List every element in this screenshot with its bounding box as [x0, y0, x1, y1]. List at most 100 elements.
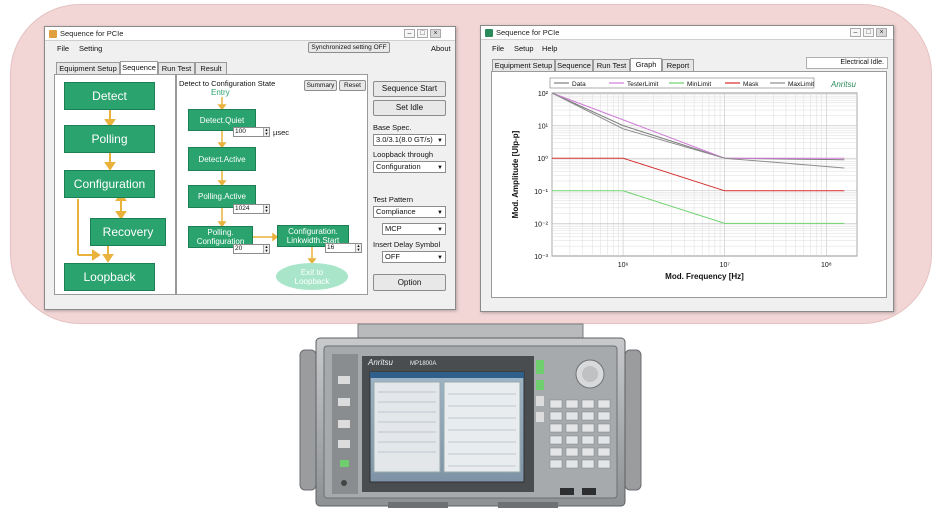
menubar: File Setting Synchronized setting OFF Ab…: [45, 42, 455, 54]
flow-loopback[interactable]: Loopback: [64, 263, 155, 291]
base-spec-value: 3.0/3.1(8.0 GT/s): [376, 135, 433, 144]
mcp-value: MCP: [385, 224, 402, 233]
legend-label-mask: Mask: [743, 81, 759, 88]
menubar: File Setup Help: [481, 43, 893, 54]
set-idle-button[interactable]: Set Idle: [373, 100, 446, 116]
tab-result[interactable]: Result: [195, 62, 227, 74]
option-button[interactable]: Option: [373, 274, 446, 291]
y-tick-label: 10¹: [538, 124, 549, 131]
detect-quiet-value: 100: [235, 128, 246, 135]
menu-setting[interactable]: Setting: [79, 44, 102, 53]
tab-run-test[interactable]: Run Test: [158, 62, 195, 74]
legend-label-data: Data: [572, 81, 586, 88]
exit-label: Exit to Loopback: [294, 267, 330, 286]
flow-detect[interactable]: Detect: [64, 82, 155, 110]
legend-label-maxlimit: MaxLimit: [788, 81, 814, 88]
y-tick-label: 10⁻³: [534, 254, 548, 261]
jitter-tolerance-chart: 10⁻³ 10⁻² 10⁻¹ 10⁰ 10¹ 10² 10⁶ 10⁷ 10⁸ Mod. Frequ…: [511, 77, 858, 281]
sequence-window: Sequence for PCIe – □ × File Setting Syn…: [44, 26, 456, 310]
dropdown-arrow-icon: ▼: [437, 165, 443, 171]
test-pattern-label: Test Pattern: [373, 195, 414, 204]
window-titlebar: Sequence for PCIe – □ ×: [45, 27, 455, 41]
polling-active-input[interactable]: 1024 ▲ ▼: [233, 204, 270, 214]
tab-equipment-setup[interactable]: Equipment Setup: [56, 62, 120, 74]
spin-arrows-icon[interactable]: ▲ ▼: [263, 128, 269, 136]
y-tick-label: 10⁻²: [534, 221, 548, 228]
loopback-select[interactable]: Configuration ▼: [373, 161, 446, 173]
base-spec-label: Base Spec.: [373, 123, 412, 132]
menu-help[interactable]: Help: [542, 44, 557, 53]
tab-equipment-setup[interactable]: Equipment Setup: [492, 59, 555, 71]
insert-delay-value: OFF: [385, 252, 400, 261]
mcp-select[interactable]: MCP ▼: [382, 223, 446, 235]
dropdown-arrow-icon: ▼: [437, 227, 443, 233]
polling-config-input[interactable]: 20 ▲ ▼: [233, 244, 270, 254]
status-text: Electrical Idle.: [840, 59, 884, 66]
spin-arrows-icon[interactable]: ▲ ▼: [263, 245, 269, 253]
flow-polling[interactable]: Polling: [64, 125, 155, 153]
menu-file[interactable]: File: [57, 44, 69, 53]
detect-quiet-input[interactable]: 100 ▲ ▼: [233, 127, 270, 137]
brand-logo: Anritsu: [830, 80, 856, 89]
instrument-model: MP1800A: [410, 361, 436, 367]
instrument-illustration: Anritsu MP1800A: [299, 323, 642, 508]
loopback-label: Loopback through: [373, 150, 434, 159]
status-box: Electrical Idle.: [806, 57, 888, 69]
control-panel: Sequence Start Set Idle Base Spec. 3.0/3…: [368, 74, 452, 295]
tab-sequence[interactable]: Sequence: [120, 61, 158, 74]
graph-window: Sequence for PCIe – □ × File Setup Help …: [480, 25, 894, 312]
sequence-start-button[interactable]: Sequence Start: [373, 81, 446, 97]
x-axis-label: Mod. Frequency [Hz]: [665, 272, 744, 281]
tab-run-test[interactable]: Run Test: [593, 59, 630, 71]
maximize-icon[interactable]: □: [863, 28, 874, 37]
graph-panel: 10⁻³ 10⁻² 10⁻¹ 10⁰ 10¹ 10² 10⁶ 10⁷ 10⁸ Mod. Frequ…: [491, 71, 887, 298]
config-linkwidth-value: 16: [327, 244, 335, 251]
y-tick-label: 10⁻¹: [534, 189, 548, 196]
tab-graph[interactable]: Graph: [630, 58, 662, 71]
flow-recovery[interactable]: Recovery: [90, 218, 166, 246]
dropdown-arrow-icon: ▼: [437, 138, 443, 144]
instrument-brand: Anritsu: [367, 358, 393, 367]
spin-arrows-icon[interactable]: ▲ ▼: [263, 205, 269, 213]
polling-active-value: 1024: [235, 205, 250, 212]
app-icon: [485, 29, 493, 37]
minimize-icon[interactable]: –: [850, 28, 861, 37]
state-detect-active[interactable]: Detect.Active: [188, 147, 256, 171]
close-icon[interactable]: ×: [430, 29, 441, 38]
test-pattern-value: Compliance: [376, 207, 416, 216]
x-tick-label: 10⁸: [821, 262, 832, 269]
base-spec-select[interactable]: 3.0/3.1(8.0 GT/s) ▼: [373, 134, 446, 146]
legend-label-minlimit: MinLimit: [687, 81, 711, 88]
config-linkwidth-input[interactable]: 16 ▲ ▼: [325, 243, 362, 253]
maximize-icon[interactable]: □: [417, 29, 428, 38]
menu-about[interactable]: About: [431, 44, 451, 53]
flow-configuration[interactable]: Configuration: [64, 170, 155, 198]
signal-analyzer-instrument: Anritsu MP1800A: [298, 320, 643, 514]
tab-report[interactable]: Report: [662, 59, 694, 71]
spin-arrows-icon[interactable]: ▲ ▼: [355, 244, 361, 252]
dropdown-arrow-icon: ▼: [437, 210, 443, 216]
x-tick-label: 10⁷: [720, 262, 731, 269]
loopback-value: Configuration: [376, 162, 421, 171]
menu-file[interactable]: File: [492, 44, 504, 53]
window-title: Sequence for PCIe: [496, 28, 560, 37]
y-tick-label: 10⁰: [537, 155, 548, 163]
insert-delay-select[interactable]: OFF ▼: [382, 251, 446, 263]
dropdown-arrow-icon: ▼: [437, 255, 443, 261]
exit-to-loopback[interactable]: Exit to Loopback: [276, 263, 348, 290]
close-icon[interactable]: ×: [876, 28, 887, 37]
test-pattern-select[interactable]: Compliance ▼: [373, 206, 446, 218]
polling-config-value: 20: [235, 245, 243, 252]
menu-setup[interactable]: Setup: [514, 44, 534, 53]
window-titlebar: Sequence for PCIe – □ ×: [481, 26, 893, 40]
flow-panel: Detect Polling Configuration Recovery Lo…: [54, 74, 176, 295]
minimize-icon[interactable]: –: [404, 29, 415, 38]
app-icon: [49, 30, 57, 38]
chart-legend: Data TesterLimit MinLimit Mask MaxLimit: [549, 77, 815, 89]
y-tick-label: 10²: [538, 91, 549, 98]
plot-area: [551, 92, 858, 257]
quiet-unit: µsec: [273, 128, 289, 137]
tab-sequence[interactable]: Sequence: [555, 59, 593, 71]
sync-setting-button[interactable]: Synchronized setting OFF: [308, 42, 390, 53]
legend-label-testerlimit: TesterLimit: [627, 81, 659, 88]
